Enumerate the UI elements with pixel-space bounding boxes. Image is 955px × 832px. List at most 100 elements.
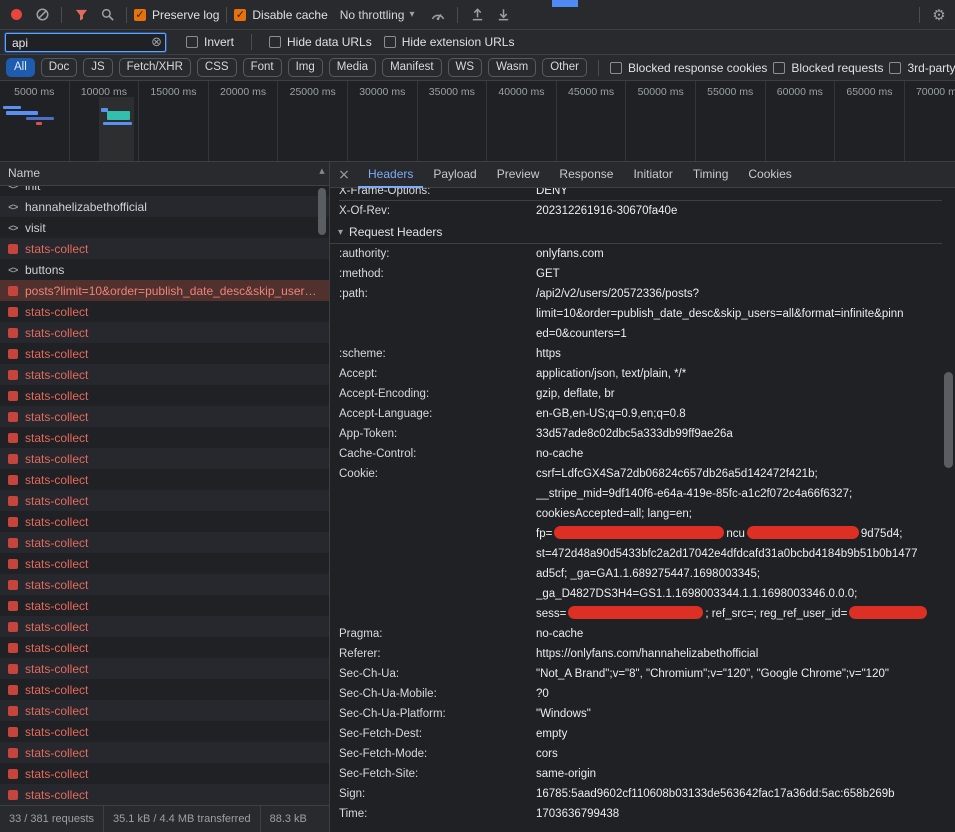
scrollbar-thumb[interactable] <box>318 188 326 235</box>
request-row[interactable]: stats-collect <box>0 595 329 616</box>
blocked-requests-checkbox[interactable]: Blocked requests <box>773 61 883 75</box>
request-row[interactable]: stats-collect <box>0 763 329 784</box>
request-row[interactable]: stats-collect <box>0 721 329 742</box>
waterfall-bar <box>103 122 132 125</box>
error-file-icon <box>8 433 18 443</box>
requests-count: 33 / 381 requests <box>0 813 103 825</box>
request-row[interactable]: <>hannahelizabethofficial <box>0 196 329 217</box>
tab-timing[interactable]: Timing <box>683 162 739 188</box>
request-row[interactable]: stats-collect <box>0 469 329 490</box>
tab-payload[interactable]: Payload <box>423 162 486 188</box>
clear-filter-icon[interactable]: ⊗ <box>151 35 162 50</box>
filter-chip-font[interactable]: Font <box>243 58 282 77</box>
request-headers-section-header[interactable]: ▾ Request Headers <box>330 221 942 244</box>
request-row[interactable]: stats-collect <box>0 343 329 364</box>
tab-initiator[interactable]: Initiator <box>623 162 682 188</box>
request-row[interactable]: stats-collect <box>0 385 329 406</box>
request-row[interactable]: stats-collect <box>0 784 329 805</box>
filter-chip-img[interactable]: Img <box>288 58 323 77</box>
error-file-icon <box>8 580 18 590</box>
request-row[interactable]: stats-collect <box>0 700 329 721</box>
request-name: stats-collect <box>25 389 315 403</box>
tab-response[interactable]: Response <box>549 162 623 188</box>
header-row: Accept-Language:en-GB,en-US;q=0.9,en;q=0… <box>339 404 942 424</box>
search-button[interactable] <box>95 3 119 27</box>
request-row[interactable]: stats-collect <box>0 238 329 259</box>
request-row[interactable]: posts?limit=10&order=publish_date_desc&s… <box>0 280 329 301</box>
header-value-text: GET <box>536 268 560 280</box>
clear-icon <box>35 7 50 22</box>
filter-toggle-button[interactable] <box>69 3 93 27</box>
throttling-select[interactable]: No throttling ▾ <box>340 8 415 22</box>
request-row[interactable]: stats-collect <box>0 532 329 553</box>
request-row[interactable]: stats-collect <box>0 637 329 658</box>
filter-chip-manifest[interactable]: Manifest <box>382 58 441 77</box>
record-button[interactable] <box>4 3 28 27</box>
disable-cache-checkbox[interactable]: Disable cache <box>234 8 327 22</box>
request-row[interactable]: <>init <box>0 186 329 196</box>
header-row: Sec-Fetch-Site:same-origin <box>339 764 942 784</box>
error-file-icon <box>8 307 18 317</box>
hide-data-urls-checkbox[interactable]: Hide data URLs <box>269 35 372 49</box>
request-details-panel: × HeadersPayloadPreviewResponseInitiator… <box>330 162 955 832</box>
details-scrollbar[interactable] <box>942 188 955 832</box>
request-name: stats-collect <box>25 515 315 529</box>
request-row[interactable]: <>visit <box>0 217 329 238</box>
header-name: Cookie: <box>339 464 536 624</box>
filter-chip-js[interactable]: JS <box>83 58 112 77</box>
export-har-button[interactable] <box>491 3 515 27</box>
third-party-requests-checkbox[interactable]: 3rd-party requests <box>889 61 955 75</box>
tab-cookies[interactable]: Cookies <box>738 162 801 188</box>
close-details-button[interactable]: × <box>330 167 358 183</box>
request-row[interactable]: stats-collect <box>0 553 329 574</box>
request-row[interactable]: stats-collect <box>0 427 329 448</box>
redaction-scribble <box>568 606 703 619</box>
network-overview[interactable]: 5000 ms10000 ms15000 ms20000 ms25000 ms3… <box>0 81 955 162</box>
header-row: Sec-Fetch-Dest:empty <box>339 724 942 744</box>
upload-icon <box>470 7 485 22</box>
header-value: onlyfans.com <box>536 244 942 264</box>
redaction-scribble <box>849 606 927 619</box>
request-row[interactable]: <>buttons <box>0 259 329 280</box>
header-value: gzip, deflate, br <box>536 384 942 404</box>
request-row[interactable]: stats-collect <box>0 616 329 637</box>
import-har-button[interactable] <box>465 3 489 27</box>
request-row[interactable]: stats-collect <box>0 301 329 322</box>
filter-input[interactable] <box>6 34 165 51</box>
filter-chip-wasm[interactable]: Wasm <box>488 58 536 77</box>
clear-button[interactable] <box>30 3 54 27</box>
name-column-header[interactable]: Name <box>0 162 329 186</box>
error-file-icon <box>8 601 18 611</box>
filter-chip-other[interactable]: Other <box>542 58 587 77</box>
filter-chip-fetch-xhr[interactable]: Fetch/XHR <box>119 58 191 77</box>
scrollbar-thumb[interactable] <box>944 372 953 468</box>
settings-button[interactable]: ⚙ <box>927 3 951 27</box>
request-row[interactable]: stats-collect <box>0 448 329 469</box>
request-row[interactable]: stats-collect <box>0 574 329 595</box>
tab-headers[interactable]: Headers <box>358 162 423 188</box>
header-value-text: csrf=LdfcGX4Sa72db06824c657db26a5d142472… <box>536 468 818 480</box>
tab-preview[interactable]: Preview <box>487 162 550 188</box>
preserve-log-checkbox[interactable]: Preserve log <box>134 8 219 22</box>
request-row[interactable]: stats-collect <box>0 364 329 385</box>
request-row[interactable]: stats-collect <box>0 322 329 343</box>
invert-checkbox[interactable]: Invert <box>186 35 234 49</box>
request-list-scrollbar[interactable]: ▲ <box>317 164 327 804</box>
request-row[interactable]: stats-collect <box>0 658 329 679</box>
screenshot-highlight-artifact <box>552 0 578 7</box>
hide-extension-urls-checkbox[interactable]: Hide extension URLs <box>384 35 515 49</box>
request-row[interactable]: stats-collect <box>0 679 329 700</box>
request-row[interactable]: stats-collect <box>0 406 329 427</box>
filter-chip-doc[interactable]: Doc <box>41 58 77 77</box>
header-value-text: st=472d48a90d5433bfc2a2d17042e4dfdcafd31… <box>536 548 917 560</box>
network-conditions-button[interactable] <box>426 3 450 27</box>
blocked-response-cookies-checkbox[interactable]: Blocked response cookies <box>610 61 767 75</box>
filter-chip-all[interactable]: All <box>6 58 35 77</box>
filter-chip-media[interactable]: Media <box>329 58 376 77</box>
request-row[interactable]: stats-collect <box>0 742 329 763</box>
request-row[interactable]: stats-collect <box>0 511 329 532</box>
filter-chip-ws[interactable]: WS <box>448 58 483 77</box>
scroll-up-icon[interactable]: ▲ <box>317 167 327 175</box>
request-row[interactable]: stats-collect <box>0 490 329 511</box>
filter-chip-css[interactable]: CSS <box>197 58 237 77</box>
